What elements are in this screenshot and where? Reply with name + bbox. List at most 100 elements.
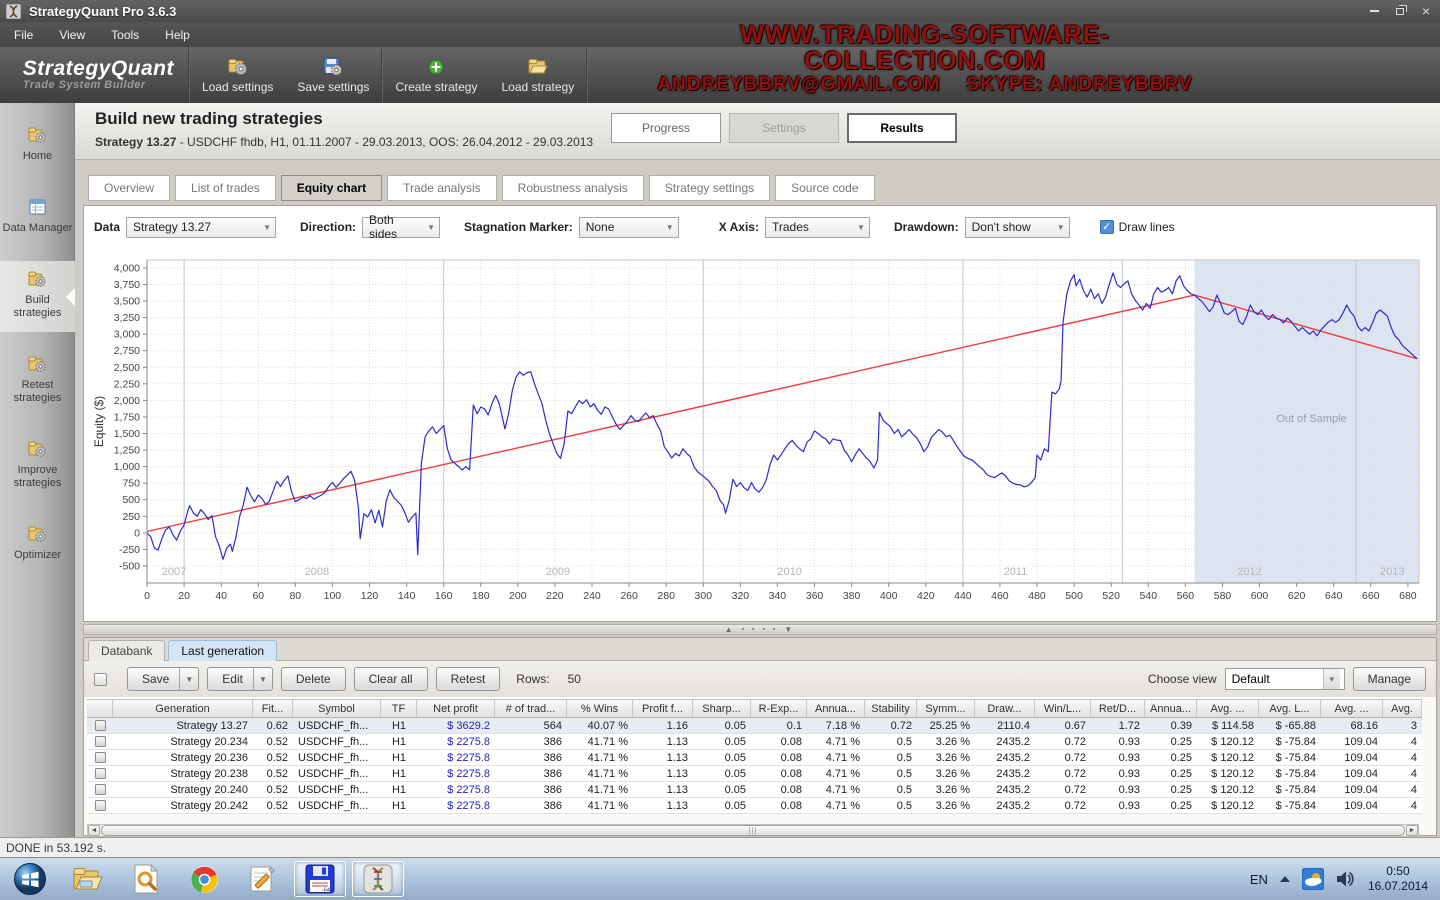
manage-button[interactable]: Manage [1353, 667, 1426, 691]
table-cell: $ 2275.8 [417, 782, 495, 797]
taskbar-explorer[interactable] [62, 861, 114, 897]
column-header[interactable]: Profit f... [633, 700, 693, 717]
view-dropdown[interactable]: Default▼ [1225, 668, 1345, 690]
menu-help[interactable]: Help [165, 28, 190, 42]
scroll-right-icon[interactable]: ► [1406, 825, 1418, 836]
scrollbar-thumb[interactable]: ||| [101, 825, 1405, 836]
table-row[interactable]: Strategy 20.2360.52USDCHF_fh...H1$ 2275.… [87, 750, 1422, 766]
show-hidden-icons-icon[interactable] [1280, 876, 1290, 882]
tab-overview[interactable]: Overview [88, 175, 170, 201]
drawdown-dropdown[interactable]: Don't show▼ [965, 217, 1070, 238]
column-header[interactable]: Symm... [917, 700, 975, 717]
chevron-down-icon[interactable]: ▼ [253, 668, 272, 690]
column-header[interactable]: Avg. L... [1259, 700, 1321, 717]
splitter-up-icon[interactable]: ▲ [725, 625, 736, 634]
progress-button[interactable]: Progress [611, 113, 721, 143]
column-header[interactable]: Win/L... [1035, 700, 1091, 717]
column-header[interactable]: Annua... [807, 700, 865, 717]
column-header[interactable]: Stability [865, 700, 917, 717]
tab-strategy-settings[interactable]: Strategy settings [649, 175, 770, 201]
row-checkbox[interactable] [95, 800, 106, 811]
column-header[interactable]: Fit... [253, 700, 293, 717]
sidebar-item-build-strategies[interactable]: Build strategies [0, 261, 75, 332]
tab-databank[interactable]: Databank [88, 640, 165, 661]
column-header[interactable]: Draw... [975, 700, 1035, 717]
column-header[interactable]: Net profit [417, 700, 495, 717]
menu-view[interactable]: View [59, 28, 85, 42]
sidebar-item-home[interactable]: Home [0, 117, 75, 175]
table-cell: 109.04 [1321, 734, 1383, 749]
menu-file[interactable]: File [14, 28, 33, 42]
tab-last-generation[interactable]: Last generation [168, 640, 277, 661]
chevron-down-icon[interactable]: ▼ [179, 668, 198, 690]
column-header[interactable]: Ret/D... [1091, 700, 1145, 717]
taskbar-search[interactable] [120, 861, 172, 897]
horizontal-scrollbar[interactable]: ◄ ||| ► [87, 824, 1419, 837]
row-checkbox[interactable] [95, 784, 106, 795]
column-header[interactable]: Sharp... [693, 700, 751, 717]
row-checkbox[interactable] [95, 720, 106, 731]
restore-button[interactable] [1392, 4, 1408, 18]
tab-equity-chart[interactable]: Equity chart [281, 175, 382, 201]
load-settings-button[interactable]: Load settings [190, 47, 285, 103]
minimize-button[interactable] [1366, 4, 1382, 18]
draw-lines-checkbox[interactable]: ✓ [1100, 220, 1114, 234]
column-header[interactable]: # of trad... [495, 700, 567, 717]
close-button[interactable]: × [1418, 4, 1434, 18]
taskbar-floppy-active[interactable]: -64- [294, 861, 346, 897]
sidebar-item-retest-strategies[interactable]: Retest strategies [0, 346, 75, 417]
column-header[interactable]: Avg. ... [1321, 700, 1383, 717]
column-header[interactable]: Generation [113, 700, 253, 717]
column-header[interactable]: % Wins [567, 700, 633, 717]
panel-splitter[interactable]: ▲ ▪ ▪ ▪ ▪ ▼ [83, 624, 1437, 635]
table-cell: 386 [495, 750, 567, 765]
taskbar-strategyquant-active[interactable] [352, 861, 404, 897]
clear-all-button[interactable]: Clear all [354, 667, 428, 691]
splitter-down-icon[interactable]: ▼ [784, 625, 795, 634]
table-row[interactable]: Strategy 20.2400.52USDCHF_fh...H1$ 2275.… [87, 782, 1422, 798]
volume-icon[interactable] [1336, 870, 1356, 888]
settings-button[interactable]: Settings [729, 113, 839, 143]
column-header[interactable]: R-Exp... [751, 700, 807, 717]
save-settings-button[interactable]: Save settings [285, 47, 381, 103]
direction-dropdown[interactable]: Both sides▼ [362, 217, 440, 238]
column-header[interactable]: Avg. ... [1197, 700, 1259, 717]
taskbar-chrome[interactable] [178, 861, 230, 897]
tab-list-of-trades[interactable]: List of trades [175, 175, 276, 201]
load-strategy-button[interactable]: Load strategy [489, 47, 586, 103]
row-checkbox[interactable] [95, 752, 106, 763]
taskbar-notepad[interactable] [236, 861, 288, 897]
table-row[interactable]: Strategy 20.2420.52USDCHF_fh...H1$ 2275.… [87, 798, 1422, 814]
edit-button[interactable]: Edit▼ [207, 667, 273, 691]
column-header[interactable]: Annua... [1145, 700, 1197, 717]
table-row[interactable]: Strategy 13.270.62USDCHF_fh...H1$ 3629.2… [87, 718, 1422, 734]
stagnation-marker-dropdown[interactable]: None▼ [579, 217, 679, 238]
retest-button[interactable]: Retest [436, 667, 501, 691]
row-checkbox[interactable] [95, 736, 106, 747]
results-button[interactable]: Results [847, 113, 957, 143]
taskbar-clock[interactable]: 0:50 16.07.2014 [1368, 864, 1428, 894]
column-header[interactable]: TF [381, 700, 417, 717]
cloud-tray-icon[interactable] [1302, 868, 1324, 890]
table-row[interactable]: Strategy 20.2380.52USDCHF_fh...H1$ 2275.… [87, 766, 1422, 782]
tab-source-code[interactable]: Source code [775, 175, 874, 201]
start-button[interactable] [4, 861, 56, 897]
scroll-left-icon[interactable]: ◄ [88, 825, 100, 836]
sidebar-item-optimizer[interactable]: Optimizer [0, 516, 75, 574]
save-button[interactable]: Save▼ [127, 667, 199, 691]
data-dropdown[interactable]: Strategy 13.27▼ [126, 217, 276, 238]
delete-button[interactable]: Delete [281, 667, 346, 691]
language-indicator[interactable]: EN [1250, 872, 1268, 887]
sidebar-item-improve-strategies[interactable]: Improve strategies [0, 431, 75, 502]
sidebar-item-data-manager[interactable]: Data Manager [0, 189, 75, 247]
table-row[interactable]: Strategy 20.2340.52USDCHF_fh...H1$ 2275.… [87, 734, 1422, 750]
column-header[interactable]: Symbol [293, 700, 381, 717]
tab-trade-analysis[interactable]: Trade analysis [387, 175, 497, 201]
create-strategy-button[interactable]: Create strategy [383, 47, 489, 103]
tab-robustness-analysis[interactable]: Robustness analysis [502, 175, 644, 201]
x-axis-dropdown[interactable]: Trades▼ [765, 217, 870, 238]
menu-tools[interactable]: Tools [111, 28, 139, 42]
row-checkbox[interactable] [95, 768, 106, 779]
column-header[interactable]: Avg. [1383, 700, 1422, 717]
select-all-checkbox[interactable] [94, 673, 107, 686]
